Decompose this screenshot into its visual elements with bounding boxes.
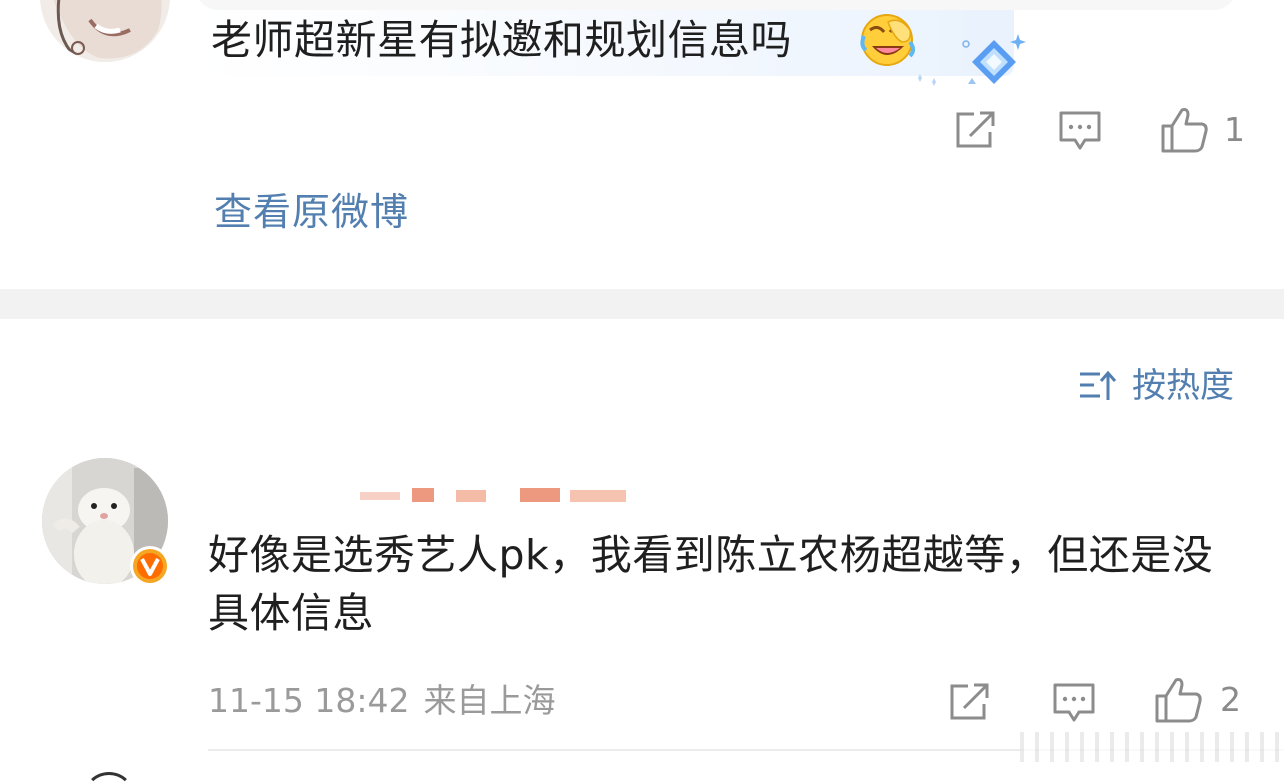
comment-icon: [1053, 683, 1095, 722]
reply-button[interactable]: [1058, 110, 1102, 156]
thumbs-up-icon: [1155, 678, 1202, 723]
top-like-count: 1: [1224, 110, 1245, 149]
comment-date: 11-15 18:42: [208, 681, 410, 720]
comment-share-button[interactable]: [948, 682, 992, 726]
sort-label: 按热度: [1132, 366, 1234, 406]
thumbs-up-icon: [1161, 108, 1208, 153]
comment-meta: 11-15 18:42 来自上海: [208, 680, 555, 722]
share-button[interactable]: [954, 110, 998, 154]
verified-badge-icon: [130, 546, 170, 586]
share-icon: [956, 111, 995, 148]
comment-like-count: 2: [1220, 680, 1241, 719]
view-original-post-link[interactable]: 查看原微博: [214, 186, 409, 238]
weibo-comment-page: 老师超新星有拟邀和规划信息吗 1 查看原微博 按热度 好像是选秀艺人pk，我看到…: [0, 0, 1284, 782]
comment-like-button[interactable]: [1154, 676, 1204, 728]
next-comment-avatar-edge: [84, 772, 134, 782]
laugh-cry-emoji-icon: [860, 14, 915, 66]
sort-icon: [1080, 370, 1117, 400]
section-divider: [0, 289, 1284, 319]
username-redacted: [360, 488, 626, 502]
watermark-fade: [1020, 732, 1284, 762]
comment-reply-button[interactable]: [1052, 682, 1096, 728]
share-icon: [950, 683, 989, 720]
comment-icon: [1059, 111, 1101, 150]
top-comment-bubble: [196, 0, 1236, 10]
comment-text: 好像是选秀艺人pk，我看到陈立农杨超越等，但还是没具体信息: [208, 531, 1214, 637]
sort-by-hot-button[interactable]: 按热度: [1078, 362, 1234, 410]
comment-location: 来自上海: [423, 681, 556, 720]
like-button[interactable]: [1160, 106, 1210, 158]
sparkle-diamond-icon: [918, 34, 1026, 86]
top-comment-text: 老师超新星有拟邀和规划信息吗: [211, 16, 792, 64]
top-commenter-avatar[interactable]: [40, 0, 170, 62]
